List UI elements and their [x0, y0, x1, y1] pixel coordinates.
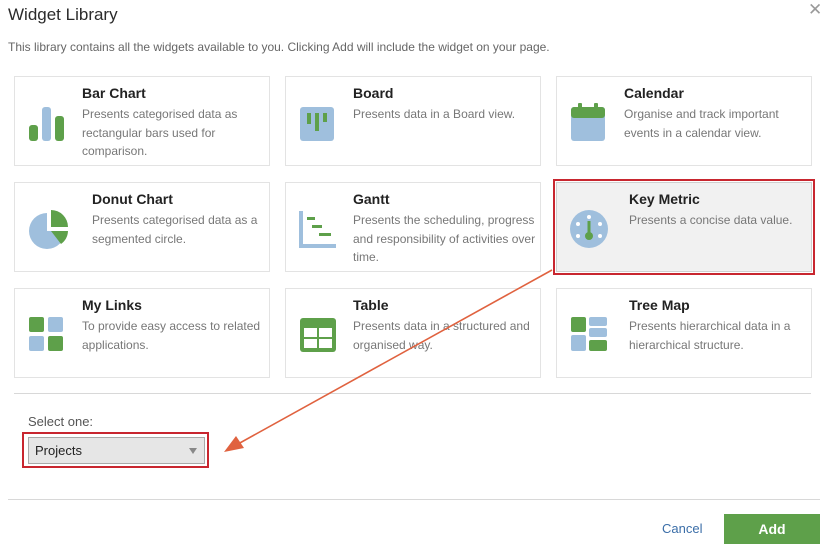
dialog-title: Widget Library: [8, 5, 118, 24]
widget-description: To provide easy access to related applic…: [82, 319, 261, 352]
widget-name: My Links: [82, 297, 142, 313]
widget-card-gantt[interactable]: Gantt Presents the scheduling, progress …: [285, 182, 541, 272]
bar-chart-icon: [29, 107, 64, 141]
widget-card-calendar[interactable]: Calendar Organise and track important ev…: [556, 76, 812, 166]
widget-description: Presents data in a Board view.: [353, 107, 516, 121]
widget-name: Key Metric: [629, 191, 700, 207]
gauge-icon: [570, 210, 608, 248]
widget-grid: Bar Chart Presents categorised data as r…: [14, 76, 815, 381]
add-button[interactable]: Add: [724, 514, 820, 544]
widget-name: Board: [353, 85, 394, 101]
close-icon[interactable]: ✕: [808, 1, 822, 18]
widget-description: Organise and track important events in a…: [624, 107, 779, 140]
links-grid-icon: [29, 317, 63, 351]
widget-name: Bar Chart: [82, 85, 146, 101]
widget-description: Presents hierarchical data in a hierarch…: [629, 319, 791, 352]
widget-name: Gantt: [353, 191, 390, 207]
widget-name: Calendar: [624, 85, 684, 101]
cancel-button[interactable]: Cancel: [662, 521, 702, 536]
widget-card-table[interactable]: Table Presents data in a structured and …: [285, 288, 541, 378]
widget-name: Donut Chart: [92, 191, 173, 207]
divider: [14, 393, 811, 394]
widget-description: Presents a concise data value.: [629, 213, 793, 227]
widget-card-board[interactable]: Board Presents data in a Board view.: [285, 76, 541, 166]
dialog-description: This library contains all the widgets av…: [8, 40, 550, 54]
widget-card-donut-chart[interactable]: Donut Chart Presents categorised data as…: [14, 182, 270, 272]
select-label: Select one:: [28, 414, 94, 429]
chevron-down-icon: [189, 448, 197, 454]
widget-name: Table: [353, 297, 389, 313]
widget-name: Tree Map: [629, 297, 690, 313]
donut-chart-icon: [29, 210, 68, 249]
footer-divider: [8, 499, 820, 500]
widget-card-tree-map[interactable]: Tree Map Presents hierarchical data in a…: [556, 288, 812, 378]
widget-card-key-metric[interactable]: Key Metric Presents a concise data value…: [553, 179, 815, 275]
gantt-icon: [299, 211, 336, 248]
widget-description: Presents categorised data as rectangular…: [82, 107, 238, 158]
board-icon: [300, 107, 334, 141]
widget-card-my-links[interactable]: My Links To provide easy access to relat…: [14, 288, 270, 378]
project-select[interactable]: Projects: [28, 437, 205, 464]
calendar-icon: [571, 103, 605, 141]
widget-card-bar-chart[interactable]: Bar Chart Presents categorised data as r…: [14, 76, 270, 166]
tree-map-icon: [571, 317, 607, 351]
table-icon: [300, 318, 336, 352]
widget-description: Presents the scheduling, progress and re…: [353, 213, 536, 264]
select-value: Projects: [35, 443, 82, 458]
widget-description: Presents data in a structured and organi…: [353, 319, 530, 352]
widget-description: Presents categorised data as a segmented…: [92, 213, 258, 246]
